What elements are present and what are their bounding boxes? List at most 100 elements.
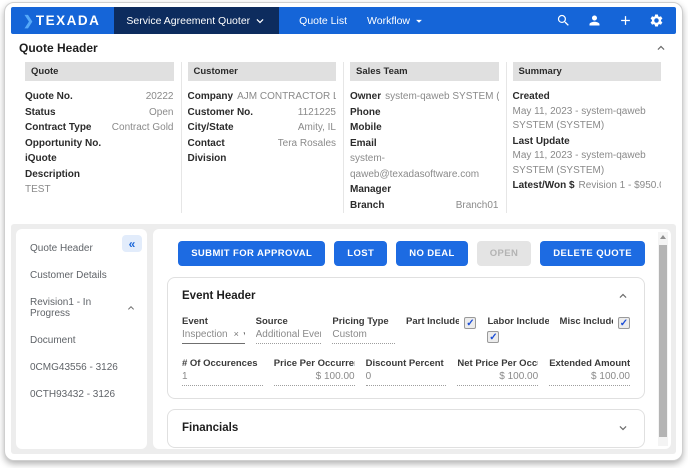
lost-button[interactable]: LOST — [334, 241, 387, 266]
clear-icon[interactable]: × — [234, 329, 239, 339]
nav-workflow-label: Workflow — [367, 15, 410, 27]
pricing-type-field: Pricing Type Custom — [332, 316, 395, 345]
net-price-field: Net Price Per Occurrence $ 100.00 — [457, 358, 538, 386]
double-chevron-left-icon: « — [129, 238, 136, 250]
occurences-input[interactable]: 1 — [182, 369, 263, 386]
source-input[interactable]: Additional Event — [256, 327, 322, 344]
no-deal-button[interactable]: NO DEAL — [396, 241, 468, 266]
event-field: Event Inspection×▼ — [182, 316, 245, 345]
labor-included-field: Labor Included ✓ — [487, 316, 548, 345]
summary-column: Summary Created May 11, 2023 - system-qa… — [507, 62, 669, 213]
net-price-input[interactable]: $ 100.00 — [457, 369, 538, 386]
logo-chevron-icon: ❯ — [23, 13, 34, 29]
event-header-title: Event Header — [182, 290, 256, 302]
sidebar-item-customer-details[interactable]: Customer Details — [16, 262, 147, 289]
financials-section: Financials — [167, 409, 645, 448]
chevron-up-icon[interactable] — [616, 289, 630, 303]
status-row: Status Open — [25, 105, 174, 121]
revision-main-panel: SUBMIT FOR APPROVAL LOST NO DEAL OPEN DE… — [153, 229, 671, 449]
sidebar-item-0cth93432[interactable]: 0CTH93432 - 3126 — [16, 381, 147, 408]
quote-column-header: Quote — [25, 62, 174, 81]
contract-type-row: Contract Type Contract Gold — [25, 120, 174, 136]
settings-icon[interactable] — [649, 13, 664, 28]
event-header-section: Event Header Event Inspection×▼ Source A… — [167, 277, 645, 399]
sidebar-item-document[interactable]: Document — [16, 327, 147, 354]
source-field: Source Additional Event — [256, 316, 322, 345]
collapse-panel-chevron-up-icon[interactable] — [654, 41, 668, 55]
sidebar-collapse-button[interactable]: « — [122, 235, 142, 252]
discount-percent-field: Discount Percent 0 — [366, 358, 447, 386]
discount-percent-input[interactable]: 0 — [366, 369, 447, 386]
dropdown-caret-icon[interactable]: ▼ — [242, 330, 245, 339]
open-button: OPEN — [477, 241, 532, 266]
contact-row: Contact Tera Rosales — [188, 136, 337, 152]
action-button-row: SUBMIT FOR APPROVAL LOST NO DEAL OPEN DE… — [167, 241, 645, 266]
chevron-up-icon — [125, 302, 137, 314]
created-value: May 11, 2023 - system-qaweb SYSTEM (SYST… — [513, 105, 662, 134]
delete-quote-button[interactable]: DELETE QUOTE — [540, 241, 645, 266]
scrollbar-thumb[interactable] — [659, 245, 667, 437]
sidebar: « Quote Header Customer Details Revision… — [16, 229, 147, 449]
chevron-down-icon[interactable] — [616, 421, 630, 435]
opportunity-no-row: Opportunity No. — [25, 136, 174, 152]
submit-for-approval-button[interactable]: SUBMIT FOR APPROVAL — [178, 241, 325, 266]
summary-column-header: Summary — [513, 62, 662, 81]
nav-tab-label: Service Agreement Quoter — [126, 15, 250, 27]
labor-included-checkbox[interactable]: ✓ — [487, 331, 499, 343]
email-row: Email — [350, 136, 499, 152]
description-value: TEST — [25, 182, 174, 198]
owner-row: Owner system-qaweb SYSTEM (SYSTEM) — [350, 89, 499, 105]
sales-team-column: Sales Team Owner system-qaweb SYSTEM (SY… — [344, 62, 507, 213]
arrow-drop-down-icon — [412, 14, 426, 28]
customer-no-row: Customer No. 1121225 — [188, 105, 337, 121]
sidebar-item-revision1[interactable]: Revision1 - In Progress — [16, 289, 147, 327]
company-row: Company AJM CONTRACTOR LTD — [188, 89, 337, 105]
description-row: Description — [25, 167, 174, 183]
search-icon[interactable] — [556, 13, 571, 28]
division-row: Division — [188, 151, 337, 167]
last-update-label: Last Update — [513, 134, 662, 150]
part-included-checkbox[interactable]: ✓ — [464, 317, 476, 329]
customer-column-header: Customer — [188, 62, 337, 81]
logo-text: TEXADA — [36, 13, 101, 28]
customer-column: Customer Company AJM CONTRACTOR LTD Cust… — [182, 62, 345, 213]
nav-tab-service-agreement-quoter[interactable]: Service Agreement Quoter — [114, 7, 279, 34]
chevron-down-icon — [253, 14, 267, 28]
price-per-occurrence-input[interactable]: $ 100.00 — [274, 369, 355, 386]
created-label: Created — [513, 89, 662, 105]
occurences-field: # Of Occurences 1 — [182, 358, 263, 386]
misc-included-checkbox[interactable]: ✓ — [618, 317, 630, 329]
email-value: system-qaweb@texadasoftware.com — [350, 151, 499, 182]
extended-amount-input[interactable]: $ 100.00 — [549, 369, 630, 386]
financials-title: Financials — [182, 422, 238, 434]
page-title: Quote Header — [19, 41, 98, 55]
branch-row: Branch Branch01 — [350, 198, 499, 214]
quote-header-panel: Quote Header Quote Quote No. 20222 Statu… — [11, 34, 676, 221]
sales-team-column-header: Sales Team — [350, 62, 499, 81]
sidebar-item-0cmg43556[interactable]: 0CMG43556 - 3126 — [16, 354, 147, 381]
account-icon[interactable] — [587, 13, 602, 28]
mobile-row: Mobile — [350, 120, 499, 136]
quote-column: Quote Quote No. 20222 Status Open Contra… — [19, 62, 182, 213]
nav-item-workflow[interactable]: Workflow — [367, 14, 426, 28]
extended-amount-field: Extended Amount $ 100.00 — [549, 358, 630, 386]
add-icon[interactable] — [618, 13, 633, 28]
content-region: « Quote Header Customer Details Revision… — [11, 224, 676, 454]
event-select[interactable]: Inspection×▼ — [182, 327, 245, 344]
app-window: ❯ TEXADA Service Agreement Quoter Quote … — [4, 2, 683, 461]
last-update-value: May 11, 2023 - system-qaweb SYSTEM (SYST… — [513, 149, 662, 178]
misc-included-field: Misc Included ✓ — [560, 316, 630, 345]
texada-logo[interactable]: ❯ TEXADA — [23, 13, 100, 29]
part-included-field: Part Included ✓ — [406, 316, 476, 345]
city-state-row: City/State Amity, IL — [188, 120, 337, 136]
quote-no-row: Quote No. 20222 — [25, 89, 174, 105]
scroll-up-arrow-icon[interactable] — [660, 235, 666, 239]
phone-row: Phone — [350, 105, 499, 121]
price-per-occurrence-field: Price Per Occurrence $ 100.00 — [274, 358, 355, 386]
app-bar: ❯ TEXADA Service Agreement Quoter Quote … — [11, 7, 676, 34]
nav-item-quote-list[interactable]: Quote List — [299, 15, 347, 27]
iquote-row: iQuote — [25, 151, 174, 167]
manager-row: Manager — [350, 182, 499, 198]
vertical-scrollbar[interactable] — [658, 232, 668, 446]
pricing-type-input[interactable]: Custom — [332, 327, 395, 344]
